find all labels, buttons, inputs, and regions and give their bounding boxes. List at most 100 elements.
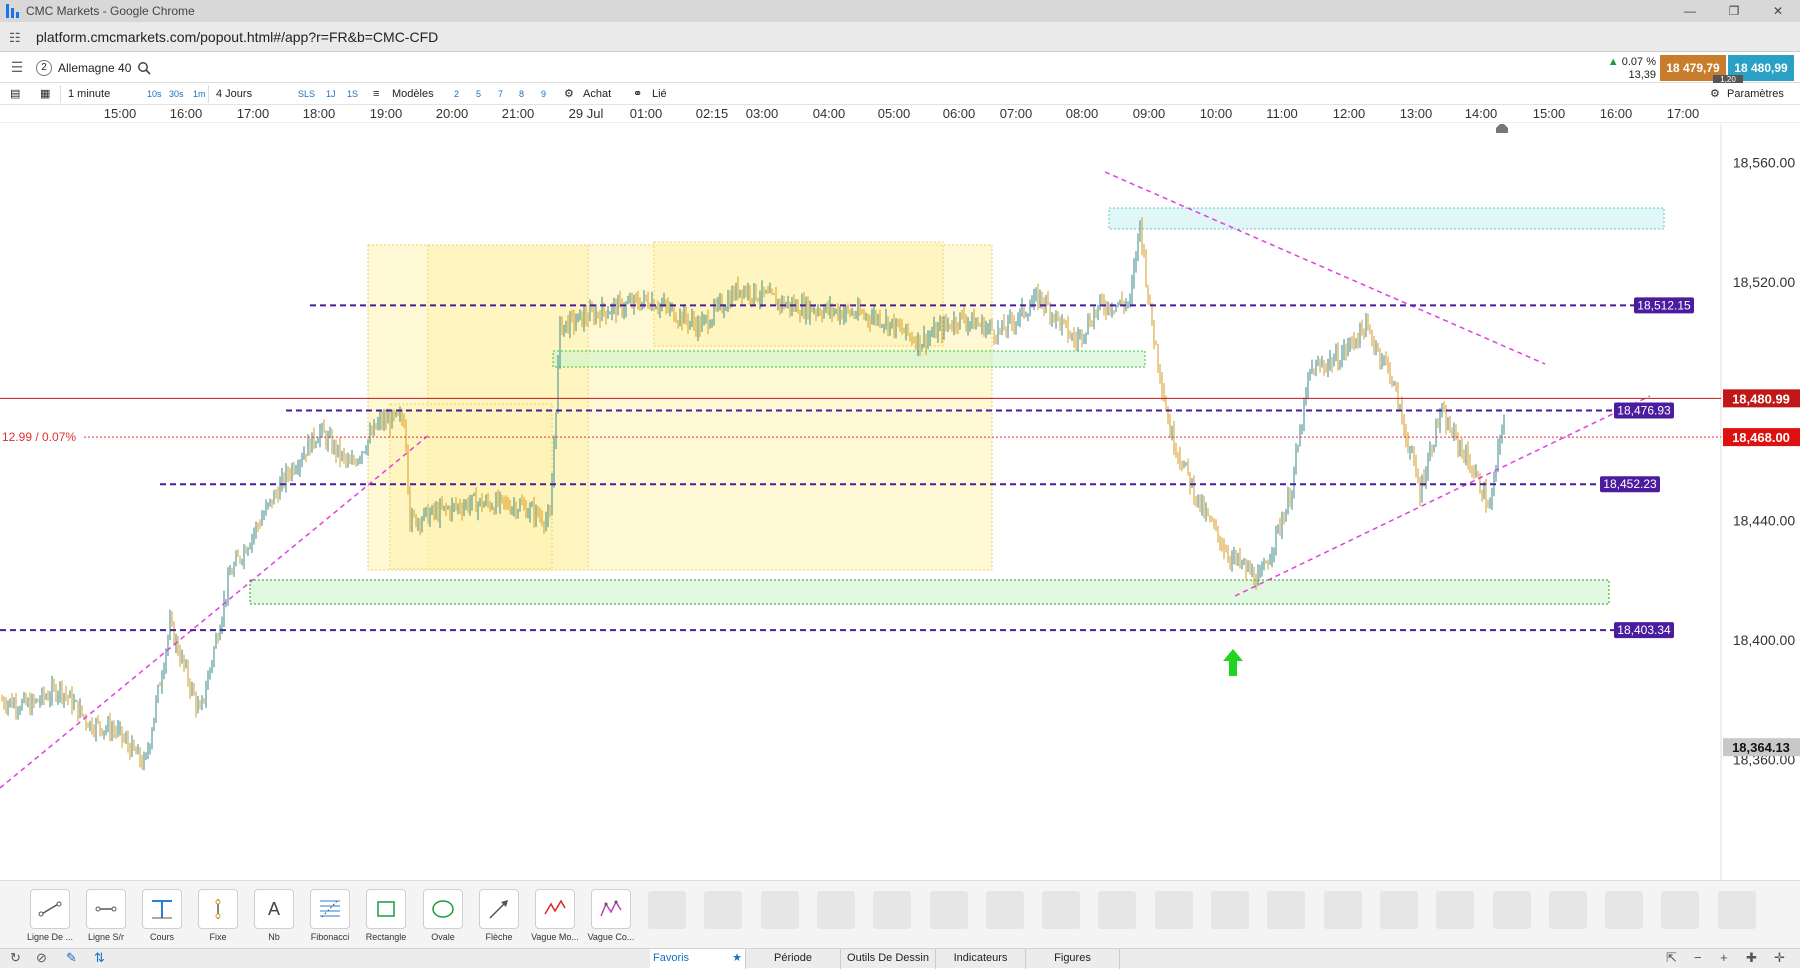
tool-vertical-line[interactable]: Fixe xyxy=(190,889,246,942)
range-1s[interactable]: 1S xyxy=(347,86,358,102)
empty-tool-slot[interactable] xyxy=(1436,891,1475,929)
template-7[interactable]: 7 xyxy=(498,86,503,102)
empty-tool-slot[interactable] xyxy=(816,891,855,929)
price-tick-label: 18,440.00 xyxy=(1733,513,1795,529)
tool-text[interactable]: A Nb xyxy=(246,889,302,942)
layout-grid-icon[interactable]: ▦ xyxy=(40,86,50,102)
time-tick-label: 16:00 xyxy=(1599,106,1633,121)
templates-button[interactable]: Modèles xyxy=(392,86,434,102)
chart-list-icon[interactable]: ▤ xyxy=(10,86,20,102)
buy-chart-button[interactable]: Achat xyxy=(583,86,611,102)
empty-tool-slot[interactable] xyxy=(1548,891,1587,929)
tool-oval[interactable]: Ovale xyxy=(415,889,471,942)
empty-tool-slot[interactable] xyxy=(985,891,1024,929)
zoom-in-icon[interactable]: + xyxy=(1720,950,1728,965)
empty-tool-slot[interactable] xyxy=(1379,891,1418,929)
template-5[interactable]: 5 xyxy=(476,86,481,102)
search-icon[interactable] xyxy=(137,61,151,75)
empty-tool-slot[interactable] xyxy=(929,891,968,929)
template-8[interactable]: 8 xyxy=(519,86,524,102)
tab-indicators[interactable]: Indicateurs xyxy=(935,949,1025,969)
empty-tool-slot[interactable] xyxy=(1098,891,1137,929)
settings-icon[interactable]: ⚙ xyxy=(1710,86,1720,102)
time-tick-label: 04:00 xyxy=(812,106,846,121)
chart-canvas[interactable]: 18,512.15 18,476.93 18,452.23 18,403.34 12.9… xyxy=(0,122,1800,880)
empty-tool-slot[interactable] xyxy=(1717,891,1756,929)
tool-rectangle[interactable]: Rectangle xyxy=(358,889,414,942)
range-select[interactable]: 4 Jours xyxy=(216,86,252,102)
interval-10s[interactable]: 10s xyxy=(147,86,162,102)
tool-arrow[interactable]: Flèche xyxy=(471,889,527,942)
instrument-selector[interactable]: 2 Allemagne 40 xyxy=(36,58,151,78)
interval-select[interactable]: 1 minute xyxy=(68,86,110,102)
link-button[interactable]: Lié xyxy=(652,86,667,102)
tab-drawing-tools[interactable]: Outils De Dessin xyxy=(840,949,935,969)
templates-icon[interactable]: ≡ xyxy=(373,86,379,102)
address-bar[interactable]: ☷ platform.cmcmarkets.com/popout.html#/a… xyxy=(0,22,1800,52)
tool-label: Ligne S/r xyxy=(87,932,125,942)
menu-icon[interactable]: ☰ xyxy=(6,59,28,77)
vertical-line-icon xyxy=(198,889,238,929)
fit-icon[interactable]: ✛ xyxy=(1774,950,1785,966)
range-1j[interactable]: 1J xyxy=(326,86,336,102)
app-header: ☰ 2 Allemagne 40 ▲ 0.07 % 13,39 18 479,7… xyxy=(0,53,1800,85)
tool-wave[interactable]: Vague Mo... xyxy=(527,889,583,942)
text-icon: A xyxy=(254,889,294,929)
tool-price-line[interactable]: Cours xyxy=(134,889,190,942)
restore-icon[interactable]: ❐ xyxy=(1712,0,1756,22)
cyan-zone[interactable] xyxy=(1108,207,1665,230)
empty-tool-slot[interactable] xyxy=(760,891,799,929)
empty-tool-slot[interactable] xyxy=(1661,891,1700,929)
empty-tool-slot[interactable] xyxy=(704,891,743,929)
refresh-icon[interactable]: ↻ xyxy=(10,950,21,966)
empty-tool-slot[interactable] xyxy=(873,891,912,929)
minimize-icon[interactable]: — xyxy=(1668,0,1712,22)
star-icon: ★ xyxy=(732,952,742,964)
level-label[interactable]: 18,452.23 xyxy=(1603,477,1657,491)
empty-tool-slot[interactable] xyxy=(1323,891,1362,929)
interval-30s[interactable]: 30s xyxy=(169,86,184,102)
time-tick-label: 03:00 xyxy=(745,106,779,121)
empty-tool-slot[interactable] xyxy=(1154,891,1193,929)
empty-tool-slot[interactable] xyxy=(1492,891,1531,929)
price-chart[interactable]: 18,512.15 18,476.93 18,452.23 18,403.34 12.9… xyxy=(0,122,1800,880)
crosshair-icon[interactable]: ✚ xyxy=(1746,950,1757,966)
buy-chart-icon[interactable]: ⚙ xyxy=(564,86,574,102)
link-icon[interactable]: ⚭ xyxy=(633,86,642,102)
interval-1m[interactable]: 1m xyxy=(193,86,206,102)
empty-tool-slot[interactable] xyxy=(1267,891,1306,929)
yellow-zone-lower[interactable] xyxy=(389,403,553,570)
settings-button[interactable]: Paramètres xyxy=(1727,86,1784,102)
tool-trendline[interactable]: Ligne De ... xyxy=(22,889,78,942)
template-2[interactable]: 2 xyxy=(454,86,459,102)
tool-wave-corrective[interactable]: Vague Co... xyxy=(583,889,639,942)
time-tick-label: 15:00 xyxy=(103,106,137,121)
tool-fibonacci[interactable]: Fibonacci xyxy=(302,889,358,942)
zoom-out-icon[interactable]: − xyxy=(1694,950,1702,965)
tool-horizontal-line[interactable]: Ligne S/r xyxy=(78,889,134,942)
cancel-icon[interactable]: ⊘ xyxy=(36,950,47,966)
tool-label: Fibonacci xyxy=(310,932,350,942)
time-tick-label: 29 Jul xyxy=(568,106,604,121)
pencil-icon[interactable]: ✎ xyxy=(66,950,77,966)
green-zone-lower[interactable] xyxy=(249,579,1610,605)
close-icon[interactable]: ✕ xyxy=(1756,0,1800,22)
tab-favorites[interactable]: Favoris ★ xyxy=(650,949,745,969)
site-settings-icon[interactable]: ☷ xyxy=(9,30,21,46)
arrow-icon xyxy=(479,889,519,929)
empty-tool-slot[interactable] xyxy=(1211,891,1249,929)
template-9[interactable]: 9 xyxy=(541,86,546,102)
expand-icon[interactable]: ⇱ xyxy=(1666,950,1677,966)
tab-period[interactable]: Période xyxy=(745,949,840,969)
green-zone-upper[interactable] xyxy=(552,350,1146,368)
magnet-icon[interactable]: ⇅ xyxy=(94,950,105,966)
level-label[interactable]: 18,476.93 xyxy=(1617,403,1671,417)
tab-figures[interactable]: Figures xyxy=(1025,949,1120,969)
url-text[interactable]: platform.cmcmarkets.com/popout.html#/app… xyxy=(36,29,438,45)
level-label[interactable]: 18,403.34 xyxy=(1617,623,1671,637)
level-label[interactable]: 18,512.15 xyxy=(1637,298,1691,312)
empty-tool-slot[interactable] xyxy=(648,891,686,929)
range-sls[interactable]: SLS xyxy=(298,86,315,102)
empty-tool-slot[interactable] xyxy=(1042,891,1081,929)
empty-tool-slot[interactable] xyxy=(1605,891,1644,929)
